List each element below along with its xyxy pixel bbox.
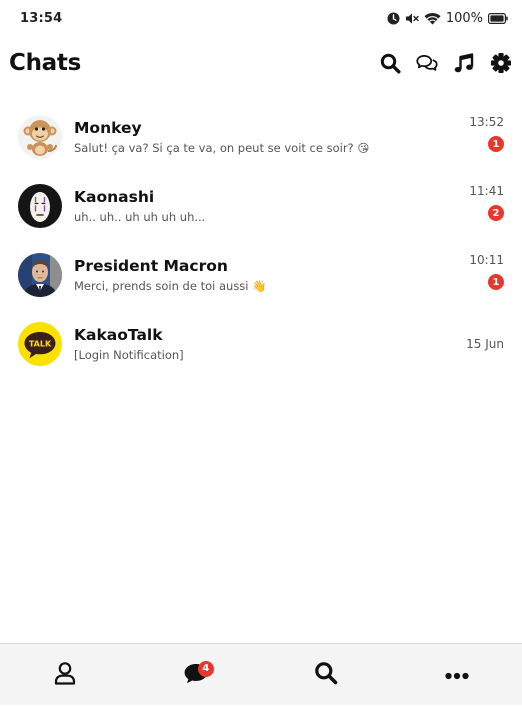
chat-tab-badge: 4 [198,661,214,677]
unread-badge: 1 [488,136,504,152]
avatar-kaonashi [18,184,62,228]
unread-badge: 2 [488,205,504,221]
tab-search[interactable] [261,644,392,706]
person-icon [54,661,76,689]
chat-name: KakaoTalk [74,325,504,345]
tab-more[interactable] [392,644,522,706]
avatar-president-macron [18,253,62,297]
header-actions [379,52,512,74]
gear-icon[interactable] [490,52,512,74]
chat-item-kaonashi[interactable]: Kaonashi uh.. uh.. uh uh uh uh... 11:41 … [0,171,522,240]
music-icon[interactable] [453,52,475,74]
chat-body: Kaonashi uh.. uh.. uh uh uh uh... [74,187,504,225]
chat-body: Monkey Salut! ça va? Si ça te va, on peu… [74,118,504,156]
chat-body: President Macron Merci, prends soin de t… [74,256,504,294]
chat-meta: 13:52 1 [469,114,504,152]
status-time: 13:54 [20,11,62,26]
chat-meta: 11:41 2 [469,183,504,221]
tab-friends[interactable] [0,644,131,706]
chat-time: 13:52 [469,114,504,130]
chat-time: 11:41 [469,183,504,199]
chat-bubbles-icon[interactable] [416,52,438,74]
chat-name: President Macron [74,256,504,276]
chat-preview: [Login Notification] [74,347,504,363]
kakao-logo-text: TALK [29,339,52,348]
wifi-icon [424,12,441,25]
chat-item-kakaotalk[interactable]: TALK KakaoTalk [Login Notification] 15 J… [0,309,522,378]
avatar-monkey [18,115,62,159]
chat-preview: Merci, prends soin de toi aussi 👋 [74,278,504,294]
chat-preview: uh.. uh.. uh uh uh uh... [74,209,504,225]
mute-icon [405,12,419,25]
chat-preview: Salut! ça va? Si ça te va, on peut se vo… [74,140,504,156]
status-bar: 13:54 100% [0,0,522,36]
status-icons: 100% [387,11,508,26]
tab-chats[interactable]: 4 [131,644,262,706]
chat-list: Monkey Salut! ça va? Si ça te va, on peu… [0,102,522,378]
more-icon [445,665,469,684]
battery-text: 100% [446,11,483,26]
chat-meta: 15 Jun [466,309,504,378]
unread-badge: 1 [488,274,504,290]
chat-item-president-macron[interactable]: President Macron Merci, prends soin de t… [0,240,522,309]
tab-bar: 4 [0,643,522,705]
alarm-icon [387,12,400,25]
page-title: Chats [9,50,81,76]
battery-icon [488,13,508,24]
chat-time: 15 Jun [466,336,504,352]
chat-time: 10:11 [469,252,504,268]
chat-name: Monkey [74,118,504,138]
search-icon [314,661,338,689]
chat-body: KakaoTalk [Login Notification] [74,325,504,363]
avatar-kakaotalk: TALK [18,322,62,366]
chat-meta: 10:11 1 [469,252,504,290]
header: Chats [0,42,522,84]
chat-item-monkey[interactable]: Monkey Salut! ça va? Si ça te va, on peu… [0,102,522,171]
search-icon[interactable] [379,52,401,74]
chat-name: Kaonashi [74,187,504,207]
